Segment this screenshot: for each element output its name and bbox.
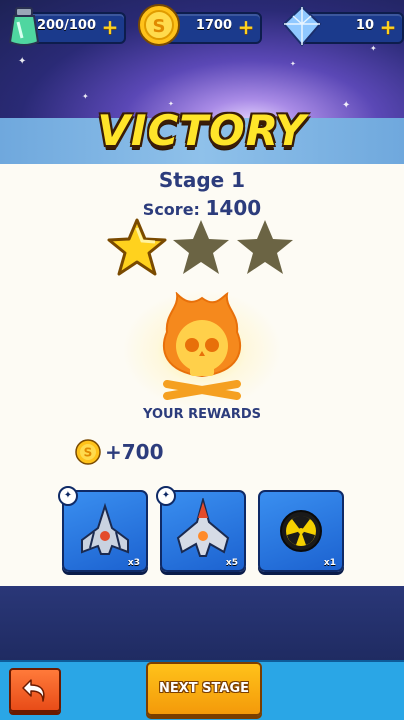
flaming-skull-icon — [162, 292, 242, 400]
coin-reward: S +700 — [75, 439, 164, 467]
radiation-bomb-icon — [280, 510, 322, 552]
reward-card-bomb[interactable]: x1 — [258, 490, 344, 572]
reward-card-heavy-ship[interactable]: ✦ x5 — [156, 486, 246, 572]
add-energy-button[interactable]: + — [100, 17, 120, 37]
add-gems-button[interactable]: + — [378, 17, 398, 37]
star-icon-earned — [107, 218, 167, 276]
sparkle-icon: ✦ — [58, 486, 78, 506]
stage-title: Stage 1 — [158, 168, 246, 192]
reward-count: x5 — [225, 558, 238, 568]
gold-coin-icon: S — [75, 439, 101, 465]
back-button[interactable] — [9, 668, 61, 712]
rewards-label: YOUR REWARDS — [143, 407, 261, 422]
coin-reward-amount: +700 — [105, 440, 164, 464]
star-icon-empty — [237, 220, 293, 274]
coin-value: 1700 — [195, 18, 232, 33]
reward-card-fighter[interactable]: ✦ x3 — [58, 486, 148, 572]
svg-text:S: S — [153, 16, 166, 37]
energy-potion-icon — [8, 7, 40, 46]
svg-text:S: S — [84, 446, 93, 460]
energy-value: 200/100 — [36, 18, 96, 33]
next-stage-label: NEXT STAGE — [158, 681, 249, 696]
diamond-icon — [282, 5, 322, 47]
star-icon-empty — [173, 220, 229, 274]
star-rating — [105, 216, 297, 280]
lower-background — [0, 586, 404, 660]
back-arrow-icon — [22, 679, 45, 702]
reward-count: x3 — [127, 558, 140, 568]
heavy-ship-icon — [176, 498, 230, 557]
gem-value: 10 — [355, 18, 374, 33]
reward-count: x1 — [323, 558, 336, 568]
gold-coin-icon: S — [138, 4, 180, 46]
sparkle-icon: ✦ — [156, 486, 176, 506]
victory-title: VICTORY — [97, 106, 307, 155]
next-stage-button[interactable]: NEXT STAGE — [146, 662, 262, 716]
add-coins-button[interactable]: + — [236, 17, 256, 37]
fighter-ship-icon — [81, 502, 129, 555]
